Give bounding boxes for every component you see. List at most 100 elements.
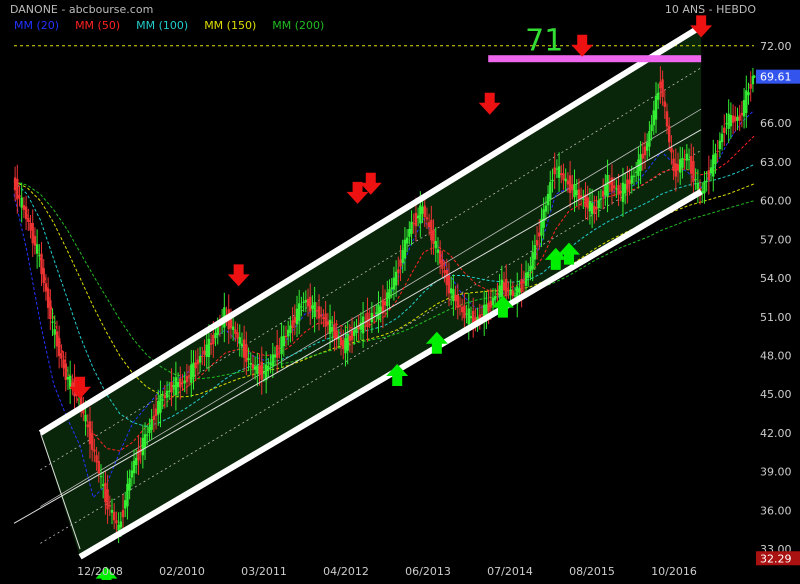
candle-body — [383, 301, 387, 306]
candle-body — [183, 380, 186, 384]
candle-body — [185, 375, 189, 383]
candle-body — [520, 279, 523, 293]
candle-body — [194, 362, 197, 369]
candle-body — [683, 159, 686, 161]
candle-body — [449, 288, 453, 294]
candle-body — [551, 179, 554, 182]
candle-body — [306, 298, 310, 307]
channel-midline — [40, 108, 702, 507]
candle-body — [289, 325, 292, 334]
candle-body — [172, 385, 175, 388]
candle-body — [179, 378, 182, 388]
candle-body — [132, 460, 136, 474]
candle-body — [553, 167, 556, 175]
candle-body — [284, 335, 288, 338]
candle-body — [723, 127, 726, 133]
candle-body — [458, 305, 462, 307]
candle-body — [339, 337, 343, 346]
candle-body — [487, 302, 490, 312]
candle-body — [24, 206, 28, 220]
candle-body — [463, 305, 466, 319]
candle-body — [668, 125, 671, 143]
candle-body — [165, 390, 169, 398]
candle-body — [170, 382, 173, 393]
candle-body — [258, 365, 261, 375]
candle-body — [533, 245, 537, 260]
candle-body — [705, 180, 708, 183]
candle-body — [529, 265, 532, 272]
candle-body — [31, 223, 34, 244]
y-tick-label: 57.00 — [760, 233, 792, 246]
candle-body — [430, 219, 433, 241]
candle-body — [62, 359, 65, 369]
candle-body — [267, 365, 270, 370]
y-tick-label: 45.00 — [760, 388, 792, 401]
candle-body — [610, 177, 614, 192]
candle-body — [275, 345, 279, 358]
candle-body — [282, 335, 285, 347]
candle-body — [438, 250, 442, 264]
candle-body — [445, 270, 448, 286]
candle-body — [57, 337, 61, 357]
candle-body — [634, 171, 638, 173]
candle-body — [64, 363, 67, 380]
candle-body — [601, 190, 605, 197]
candle-body — [342, 340, 345, 350]
candle-body — [214, 332, 217, 339]
candle-body — [249, 362, 252, 365]
candle-body — [379, 306, 382, 313]
sell-signal-marker — [227, 264, 250, 287]
candle-body — [465, 313, 468, 315]
candle-body — [163, 395, 167, 399]
candle-body — [687, 159, 691, 161]
candle-body — [372, 314, 376, 316]
candle-body — [229, 318, 233, 329]
candle-body — [304, 300, 308, 303]
candle-body — [648, 131, 651, 147]
candle-body — [242, 339, 246, 358]
y-tick-label: 42.00 — [760, 427, 792, 440]
candle-body — [725, 123, 728, 125]
legend-item: MM (50) — [75, 19, 121, 32]
candle-body — [707, 170, 711, 180]
candle-body — [712, 154, 715, 177]
candle-body — [632, 175, 636, 177]
candle-body — [392, 277, 396, 290]
candle-body — [324, 313, 327, 327]
candle-body — [113, 512, 116, 521]
candle-body — [557, 166, 561, 178]
x-tick-label: 08/2015 — [569, 565, 615, 578]
candle-body — [628, 179, 631, 185]
candle-body — [86, 424, 89, 428]
candle-body — [394, 271, 398, 286]
resistance-label: 71 — [525, 24, 563, 59]
candle-body — [560, 173, 563, 176]
candle-body — [198, 356, 202, 363]
x-tick-label: 02/2010 — [159, 565, 205, 578]
candle-body — [454, 294, 457, 302]
candle-body — [727, 113, 730, 129]
candle-body — [205, 344, 208, 357]
candle-body — [535, 240, 539, 246]
candle-body — [251, 363, 255, 369]
candle-body — [187, 375, 191, 377]
moving-average-legend: MM (20) MM (50) MM (100) MM (150) MM (200) — [14, 19, 340, 32]
candle-body — [84, 414, 87, 422]
candle-body — [302, 301, 305, 303]
candle-body — [291, 320, 294, 329]
candle-body — [623, 183, 627, 194]
candle-body — [346, 334, 349, 351]
candle-body — [676, 164, 680, 171]
candle-body — [518, 288, 521, 293]
candle-body — [154, 408, 158, 416]
period-label: 10 ANS - HEBDO — [664, 3, 756, 16]
y-tick-label: 39.00 — [760, 466, 792, 479]
legend-item: MM (100) — [136, 19, 189, 32]
candle-body — [22, 205, 26, 210]
y-tick-label: 51.00 — [760, 311, 792, 324]
candle-body — [544, 205, 548, 212]
candle-body — [679, 159, 682, 173]
candle-body — [421, 206, 424, 214]
candle-body — [234, 329, 237, 334]
candle-body — [452, 289, 455, 302]
